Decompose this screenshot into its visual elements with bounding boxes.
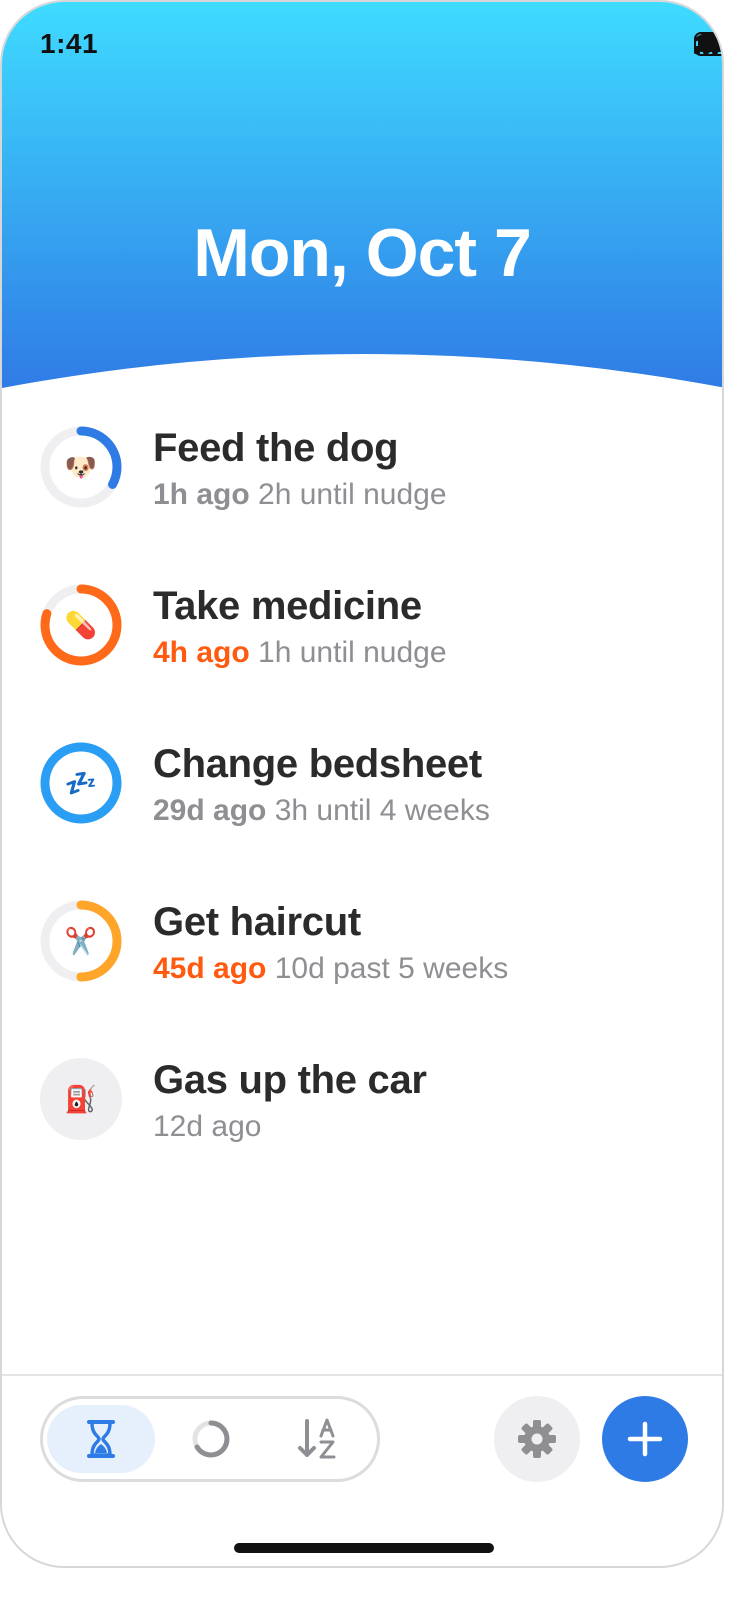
- sort-alphabetical-segment[interactable]: [265, 1405, 373, 1473]
- time-ago: 12d ago: [153, 1110, 262, 1143]
- home-indicator: [234, 1543, 494, 1553]
- time-ago: 45d ago: [153, 952, 267, 985]
- add-reminder-button[interactable]: [602, 1396, 688, 1482]
- item-title: Get haircut: [153, 900, 361, 944]
- item-title: Feed the dog: [153, 426, 399, 470]
- time-ago: 29d ago: [153, 794, 267, 827]
- sort-by-time-segment[interactable]: [47, 1405, 155, 1473]
- item-subtitle: 1h ago 2h until nudge: [153, 478, 447, 512]
- item-title: Change bedsheet: [153, 742, 482, 786]
- list-item[interactable]: 💤 Change bedsheet 29d ago 3h until 4 wee…: [2, 742, 722, 862]
- item-subtitle: 4h ago 1h until nudge: [153, 636, 447, 670]
- phone-screen: 1:41 Mon, Oct 7 🐶 Feed the dog 1h ago 2h…: [0, 0, 724, 1568]
- item-subtitle: 45d ago 10d past 5 weeks: [153, 952, 508, 986]
- sort-az-icon: [298, 1418, 336, 1459]
- dog-face-icon: 🐶: [64, 451, 98, 482]
- item-subtitle: 29d ago 3h until 4 weeks: [153, 794, 490, 828]
- progress-ring: ✂️: [40, 900, 122, 982]
- status-time: 1:41: [40, 28, 99, 59]
- settings-button[interactable]: [494, 1396, 580, 1482]
- list-item[interactable]: ✂️ Get haircut 45d ago 10d past 5 weeks: [2, 900, 722, 1020]
- time-ago: 4h ago: [153, 636, 250, 669]
- plus-icon: [627, 1421, 663, 1457]
- list-item[interactable]: ⛽ Gas up the car 12d ago: [2, 1058, 722, 1178]
- zzz-icon: 💤: [64, 767, 98, 798]
- nudge-detail: 10d past 5 weeks: [274, 952, 509, 985]
- item-title: Take medicine: [153, 584, 422, 628]
- icon-circle: ⛽: [40, 1058, 122, 1140]
- sort-by-progress-segment[interactable]: [157, 1405, 265, 1473]
- nudge-detail: 3h until 4 weeks: [274, 794, 490, 827]
- time-ago: 1h ago: [153, 478, 250, 511]
- page-title: Mon, Oct 7: [193, 215, 532, 291]
- battery-icon: [694, 32, 722, 56]
- item-subtitle: 12d ago: [153, 1110, 261, 1144]
- gear-icon: [518, 1420, 556, 1458]
- header: 1:41 Mon, Oct 7: [2, 2, 722, 422]
- progress-ring: 🐶: [40, 426, 122, 508]
- item-title: Gas up the car: [153, 1058, 427, 1102]
- pill-icon: 💊: [64, 609, 98, 640]
- fuel-pump-icon: ⛽: [64, 1083, 98, 1114]
- list-item[interactable]: 🐶 Feed the dog 1h ago 2h until nudge: [2, 426, 722, 546]
- progress-ring: 💤: [40, 742, 122, 824]
- circle-progress-icon: [192, 1420, 230, 1458]
- hourglass-icon: [87, 1420, 115, 1458]
- scissors-icon: ✂️: [64, 925, 98, 956]
- nudge-detail: 1h until nudge: [258, 636, 447, 669]
- toolbar-divider: [2, 1374, 722, 1376]
- header-background: [2, 2, 722, 388]
- progress-ring: 💊: [40, 584, 122, 666]
- sort-mode-control: [40, 1396, 380, 1482]
- list-item[interactable]: 💊 Take medicine 4h ago 1h until nudge: [2, 584, 722, 704]
- nudge-detail: 2h until nudge: [258, 478, 447, 511]
